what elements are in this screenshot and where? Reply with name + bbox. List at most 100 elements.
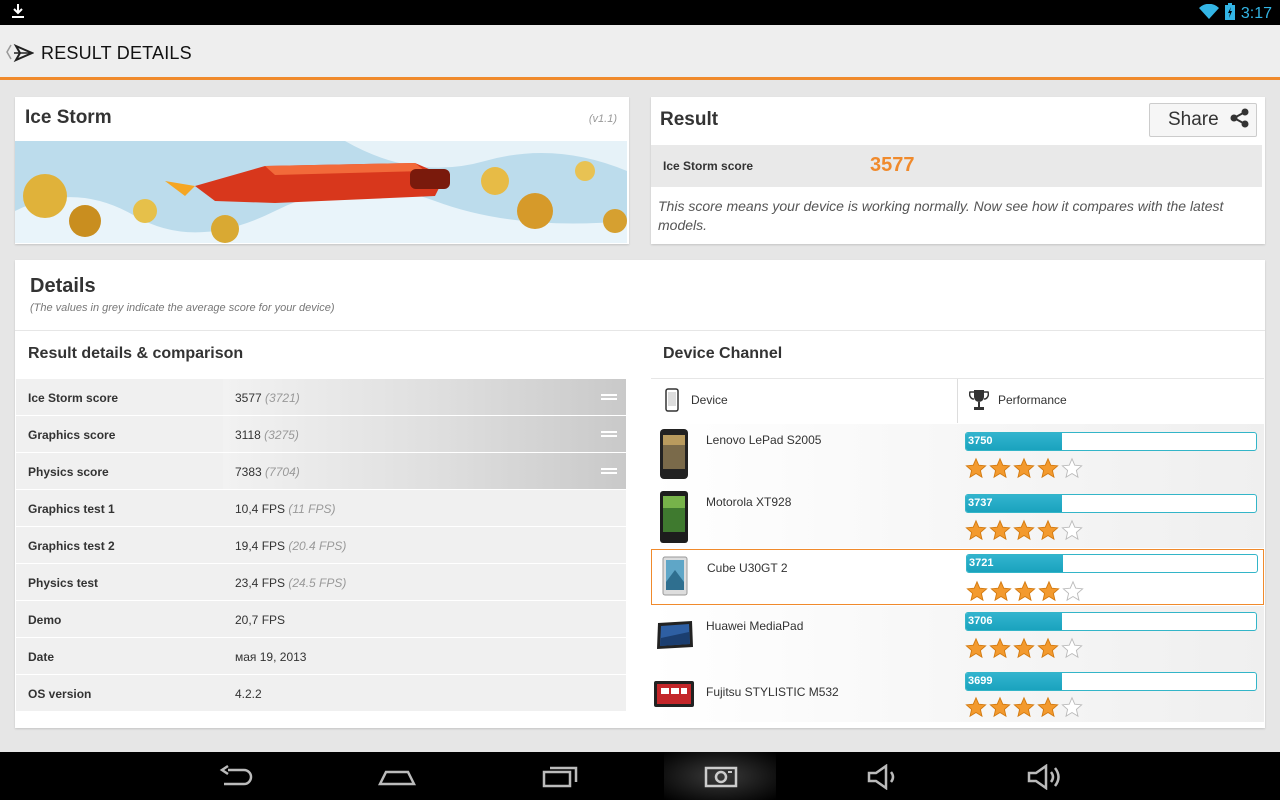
row-value: 10,4 FPS (11 FPS) — [235, 502, 336, 516]
row-label: Ice Storm score — [28, 391, 119, 405]
screenshot-icon[interactable] — [704, 764, 738, 793]
device-row-fujitsu[interactable]: Fujitsu STYLISTIC M532 3699 — [651, 666, 1264, 722]
table-row: Date мая 19, 2013 — [16, 638, 626, 675]
star-empty-icon — [1061, 696, 1083, 718]
device-column-header: Device — [691, 393, 728, 407]
result-card: Result Share Ice Storm score 3577 This s… — [651, 97, 1265, 244]
device-name: Cube U30GT 2 — [707, 561, 788, 575]
result-score-value: 3577 — [870, 154, 915, 176]
star-rating — [965, 457, 1083, 479]
star-icon — [965, 519, 987, 541]
page-title: RESULT DETAILS — [41, 43, 192, 63]
performance-bar: 3750 — [965, 432, 1257, 451]
details-card: Details (The values in grey indicate the… — [15, 260, 1265, 728]
star-icon — [1037, 519, 1059, 541]
device-channel-header: Device Performance — [651, 378, 1264, 423]
row-value: 20,7 FPS — [235, 613, 286, 627]
device-name: Huawei MediaPad — [706, 619, 804, 633]
star-empty-icon — [1061, 637, 1083, 659]
device-thumbnail — [659, 428, 689, 485]
star-icon — [965, 457, 987, 479]
navigation-bar — [0, 752, 1280, 800]
clock: 3:17 — [1240, 5, 1272, 22]
expand-icon[interactable] — [601, 428, 617, 440]
device-thumbnail — [653, 680, 695, 713]
performance-bar: 3699 — [965, 672, 1257, 691]
battery-icon — [1224, 3, 1235, 25]
device-name: Motorola XT928 — [706, 495, 792, 509]
expand-icon[interactable] — [601, 465, 617, 477]
device-thumbnail — [655, 620, 695, 655]
star-icon — [1013, 637, 1035, 659]
star-icon — [966, 580, 988, 602]
device-name: Lenovo LePad S2005 — [706, 433, 822, 447]
row-label: OS version — [28, 687, 92, 701]
star-icon — [1038, 580, 1060, 602]
result-title: Result — [660, 109, 719, 130]
row-value: 23,4 FPS (24.5 FPS) — [235, 576, 347, 590]
table-row: Graphics test 1 10,4 FPS (11 FPS) — [16, 490, 626, 527]
star-empty-icon — [1062, 580, 1084, 602]
share-button[interactable]: Share — [1149, 103, 1257, 137]
device-row-cube-selected[interactable]: Cube U30GT 2 3721 — [651, 549, 1264, 605]
star-icon — [965, 696, 987, 718]
recents-icon[interactable] — [542, 764, 578, 793]
device-channel-title: Device Channel — [663, 345, 783, 362]
details-subtitle: (The values in grey indicate the average… — [30, 302, 335, 314]
table-row[interactable]: Physics score 7383 (7704) — [16, 453, 626, 490]
download-icon — [10, 3, 26, 24]
device-row-motorola[interactable]: Motorola XT928 3737 — [651, 486, 1264, 548]
table-row[interactable]: Graphics score 3118 (3275) — [16, 416, 626, 453]
star-icon — [1013, 519, 1035, 541]
wifi-icon — [1198, 3, 1219, 25]
volume-up-icon[interactable] — [1026, 763, 1064, 795]
star-icon — [1037, 457, 1059, 479]
action-bar: RESULT DETAILS — [0, 25, 1280, 80]
star-rating — [965, 696, 1083, 718]
star-icon — [989, 637, 1011, 659]
benchmark-version: (v1.1) — [588, 113, 617, 125]
star-icon — [1037, 696, 1059, 718]
app-back-icon[interactable] — [4, 41, 35, 68]
share-icon — [1229, 107, 1251, 134]
result-score-row: Ice Storm score 3577 — [651, 145, 1262, 187]
result-details-table: Ice Storm score 3577 (3721) Graphics sco… — [16, 379, 626, 712]
star-icon — [1013, 696, 1035, 718]
result-description: This score means your device is working … — [658, 198, 1224, 233]
star-rating — [965, 519, 1083, 541]
row-label: Physics test — [28, 576, 99, 590]
row-label: Date — [28, 650, 55, 664]
back-icon[interactable] — [218, 764, 254, 793]
row-label: Graphics test 2 — [28, 539, 115, 553]
volume-down-icon[interactable] — [866, 763, 900, 795]
device-row-lenovo[interactable]: Lenovo LePad S2005 3750 — [651, 424, 1264, 486]
device-score: 3706 — [968, 615, 993, 627]
row-label: Graphics test 1 — [28, 502, 115, 516]
benchmark-banner-image — [15, 141, 627, 243]
star-icon — [989, 696, 1011, 718]
row-label: Graphics score — [28, 428, 116, 442]
device-score: 3699 — [968, 675, 993, 687]
performance-bar: 3737 — [965, 494, 1257, 513]
home-icon[interactable] — [377, 764, 417, 793]
star-icon — [1037, 637, 1059, 659]
result-score-label: Ice Storm score — [663, 159, 754, 173]
row-label: Demo — [28, 613, 62, 627]
device-row-huawei[interactable]: Huawei MediaPad 3706 — [651, 606, 1264, 666]
star-icon — [989, 519, 1011, 541]
star-icon — [1013, 457, 1035, 479]
table-row[interactable]: Ice Storm score 3577 (3721) — [16, 379, 626, 416]
expand-icon[interactable] — [601, 391, 617, 403]
trophy-icon — [968, 388, 990, 417]
table-row: OS version 4.2.2 — [16, 675, 626, 712]
device-name: Fujitsu STYLISTIC M532 — [706, 685, 839, 699]
performance-bar: 3706 — [965, 612, 1257, 631]
details-title: Details — [30, 275, 96, 297]
status-bar: 3:17 — [0, 0, 1280, 25]
row-value: 7383 (7704) — [235, 465, 300, 479]
phone-icon — [665, 388, 679, 417]
star-icon — [965, 637, 987, 659]
row-label: Physics score — [28, 465, 109, 479]
star-icon — [1014, 580, 1036, 602]
device-score: 3721 — [969, 557, 994, 569]
